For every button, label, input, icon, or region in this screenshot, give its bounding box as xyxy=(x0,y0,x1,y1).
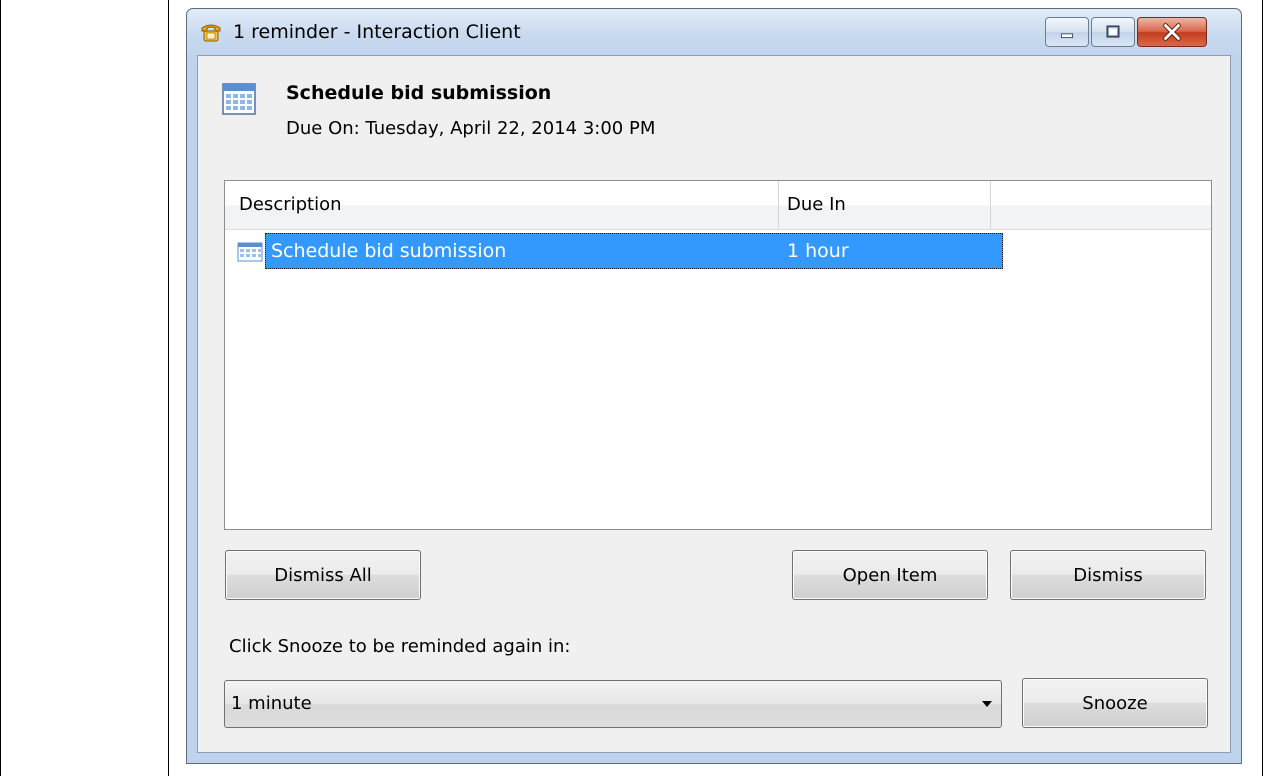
reminder-subject: Schedule bid submission xyxy=(286,82,552,104)
reminder-due-on: Due On: Tuesday, April 22, 2014 3:00 PM xyxy=(286,118,656,139)
row-due-in: 1 hour xyxy=(787,240,849,262)
list-header: Description Due In xyxy=(225,181,1211,230)
page-border-right xyxy=(1262,0,1263,776)
close-icon xyxy=(1163,23,1181,41)
window-title: 1 reminder - Interaction Client xyxy=(233,21,521,43)
page-divider xyxy=(168,0,169,776)
open-item-button[interactable]: Open Item xyxy=(792,550,988,600)
maximize-icon xyxy=(1106,25,1120,38)
minimize-button[interactable] xyxy=(1045,17,1089,47)
column-header-description[interactable]: Description xyxy=(225,181,779,229)
phone-icon xyxy=(201,24,221,42)
column-header-due-in[interactable]: Due In xyxy=(779,181,991,229)
dismiss-all-button[interactable]: Dismiss All xyxy=(225,550,421,600)
snooze-duration-dropdown[interactable]: 1 minute xyxy=(224,680,1002,728)
dropdown-arrow-icon[interactable] xyxy=(981,699,993,709)
dismiss-button[interactable]: Dismiss xyxy=(1010,550,1206,600)
list-item[interactable]: Schedule bid submission 1 hour xyxy=(237,233,1003,269)
snooze-label: Click Snooze to be reminded again in: xyxy=(229,636,571,657)
reminder-list[interactable]: Description Due In Schedule bid submissi… xyxy=(224,180,1212,530)
snooze-duration-value: 1 minute xyxy=(231,693,312,714)
close-button[interactable] xyxy=(1137,17,1207,47)
row-description: Schedule bid submission xyxy=(271,240,507,262)
calendar-icon xyxy=(237,242,263,262)
reminder-window: 1 reminder - Interaction Client Schedule… xyxy=(186,8,1242,764)
column-header-filler xyxy=(991,181,1211,229)
calendar-icon xyxy=(222,83,256,115)
maximize-button[interactable] xyxy=(1091,17,1135,47)
minimize-icon xyxy=(1060,33,1074,39)
page-border-left xyxy=(0,0,1,776)
client-area: Schedule bid submission Due On: Tuesday,… xyxy=(197,55,1231,753)
snooze-button[interactable]: Snooze xyxy=(1022,678,1208,728)
title-bar[interactable]: 1 reminder - Interaction Client xyxy=(187,9,1241,55)
